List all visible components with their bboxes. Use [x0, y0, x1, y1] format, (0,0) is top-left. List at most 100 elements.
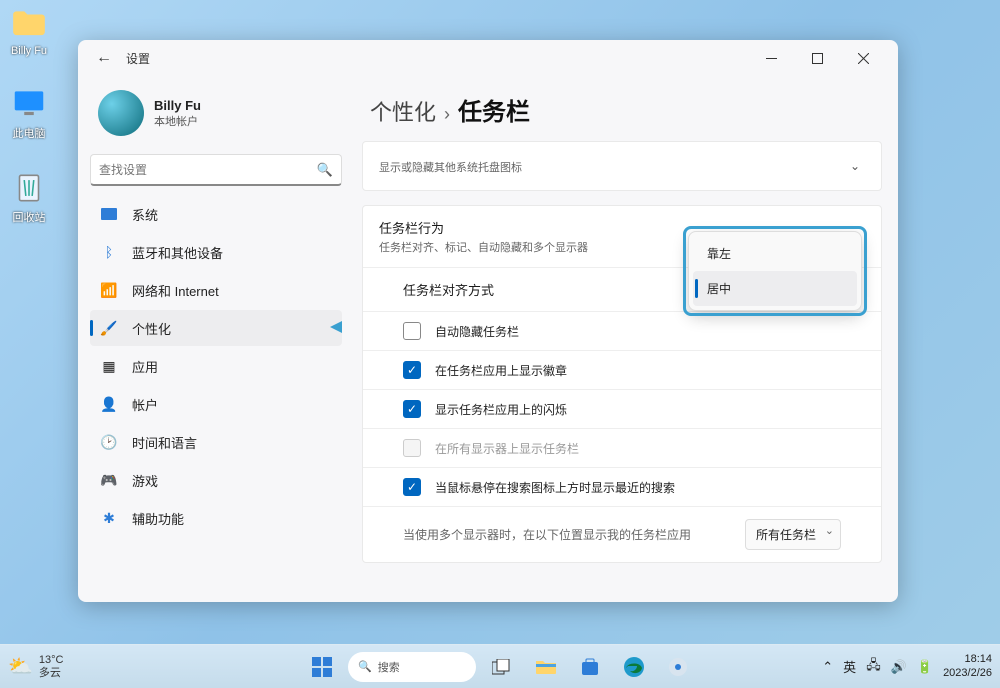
minimize-icon	[766, 53, 777, 64]
bluetooth-icon: ᛒ	[100, 243, 118, 261]
task-view-button[interactable]	[484, 649, 520, 685]
search-input[interactable]	[99, 163, 333, 177]
sidebar-item-personalization[interactable]: 🖌️个性化	[90, 310, 342, 346]
sidebar-item-label: 系统	[132, 205, 158, 224]
sidebar-item-label: 时间和语言	[132, 433, 197, 452]
option-auto-hide[interactable]: 自动隐藏任务栏	[363, 311, 881, 350]
checkbox-checked[interactable]: ✓	[403, 478, 421, 496]
option-label: 在所有显示器上显示任务栏	[435, 440, 579, 457]
alignment-label: 任务栏对齐方式	[403, 283, 494, 298]
volume-icon[interactable]: 🔊	[891, 659, 907, 675]
store-button[interactable]	[572, 649, 608, 685]
sidebar-item-gaming[interactable]: 🎮游戏	[90, 462, 342, 498]
close-icon	[858, 53, 869, 64]
taskbar-search-label: 搜索	[378, 659, 400, 675]
minimize-button[interactable]	[748, 42, 794, 74]
option-label: 显示任务栏应用上的闪烁	[435, 401, 567, 418]
sidebar-item-label: 蓝牙和其他设备	[132, 243, 223, 262]
clock-date: 2023/2/26	[943, 667, 992, 680]
edge-button[interactable]	[616, 649, 652, 685]
search-box[interactable]: 🔍	[90, 154, 342, 186]
tray-icons-card[interactable]: 显示或隐藏其他系统托盘图标 ⌄	[362, 141, 882, 191]
option-show-badges[interactable]: ✓ 在任务栏应用上显示徽章	[363, 350, 881, 389]
accessibility-icon: ✱	[100, 509, 118, 527]
desktop-icon-label: 回收站	[13, 209, 46, 225]
settings-button[interactable]	[660, 649, 696, 685]
desktop-icon-recycle-bin[interactable]: 回收站	[10, 169, 48, 225]
close-button[interactable]	[840, 42, 886, 74]
taskbar: ⛅ 13°C 多云 🔍 搜索 ⌃ 英 🖧 🔊 🔋 18:14 2023/2/26	[0, 644, 1000, 688]
sidebar-item-label: 辅助功能	[132, 509, 184, 528]
task-view-icon	[492, 659, 512, 675]
back-button[interactable]: ←	[90, 44, 118, 72]
weather-icon: ⛅	[8, 654, 33, 679]
gamepad-icon: 🎮	[100, 471, 118, 489]
profile-name: Billy Fu	[154, 98, 201, 113]
chevron-down-icon[interactable]: ⌄	[845, 159, 865, 173]
explorer-button[interactable]	[528, 649, 564, 685]
option-recent-searches[interactable]: ✓ 当鼠标悬停在搜索图标上方时显示最近的搜索	[363, 467, 881, 506]
sidebar-item-accounts[interactable]: 👤 帐户	[90, 386, 342, 422]
system-icon	[100, 205, 118, 223]
sidebar-item-accessibility[interactable]: ✱ 辅助功能	[90, 500, 342, 536]
wifi-icon: 📶	[100, 281, 118, 299]
weather-temp: 13°C	[39, 654, 64, 666]
store-icon	[580, 657, 600, 677]
multi-display-dropdown[interactable]: 所有任务栏	[745, 519, 841, 550]
brush-icon: 🖌️	[100, 319, 118, 337]
person-icon: 👤	[100, 395, 118, 413]
maximize-button[interactable]	[794, 42, 840, 74]
sidebar-item-time-language[interactable]: 🕑时间和语言	[90, 424, 342, 460]
desktop-icon-folder[interactable]: Billy Fu	[10, 5, 48, 57]
checkbox-checked[interactable]: ✓	[403, 400, 421, 418]
breadcrumb-parent[interactable]: 个性化	[370, 95, 436, 127]
card-subtitle: 显示或隐藏其他系统托盘图标	[379, 159, 833, 175]
system-tray: ⌃ 英 🖧 🔊 🔋 18:14 2023/2/26	[822, 653, 992, 679]
taskbar-center: 🔍 搜索	[304, 649, 696, 685]
sidebar-item-system[interactable]: 系统	[90, 196, 342, 232]
taskbar-search[interactable]: 🔍 搜索	[348, 652, 476, 682]
option-show-flashing[interactable]: ✓ 显示任务栏应用上的闪烁	[363, 389, 881, 428]
start-button[interactable]	[304, 649, 340, 685]
option-label: 自动隐藏任务栏	[435, 323, 519, 340]
monitor-icon	[10, 85, 48, 123]
desktop-icon-label: 此电脑	[13, 125, 46, 141]
sidebar: Billy Fu 本地帐户 🔍 系统 ᛒ 蓝牙和其他设备 📶 网络和 Interne…	[78, 76, 354, 602]
alignment-popup: 靠左 居中	[688, 231, 862, 311]
sidebar-item-network[interactable]: 📶 网络和 Internet	[90, 272, 342, 308]
tray-overflow-button[interactable]: ⌃	[822, 659, 833, 675]
sidebar-item-apps[interactable]: ▦应用	[90, 348, 342, 384]
option-all-displays: 在所有显示器上显示任务栏	[363, 428, 881, 467]
desktop-icons: Billy Fu 此电脑 回收站	[10, 5, 48, 225]
avatar	[98, 90, 144, 136]
sidebar-item-label: 网络和 Internet	[132, 281, 219, 300]
maximize-icon	[812, 53, 823, 64]
profile-block[interactable]: Billy Fu 本地帐户	[90, 86, 342, 146]
breadcrumb-current: 任务栏	[458, 92, 530, 127]
multi-display-row: 当使用多个显示器时，在以下位置显示我的任务栏应用 所有任务栏	[363, 506, 881, 562]
search-icon: 🔍	[358, 660, 372, 673]
edge-icon	[623, 656, 645, 678]
alignment-option-left[interactable]: 靠左	[693, 236, 857, 271]
battery-icon[interactable]: 🔋	[917, 659, 933, 675]
weather-widget[interactable]: ⛅ 13°C 多云	[8, 654, 63, 679]
checkbox[interactable]	[403, 322, 421, 340]
network-icon[interactable]: 🖧	[866, 656, 881, 678]
checkbox-checked[interactable]: ✓	[403, 361, 421, 379]
search-icon: 🔍	[317, 162, 333, 178]
gear-icon	[667, 656, 689, 678]
sidebar-item-label: 帐户	[132, 395, 158, 414]
sidebar-item-label: 应用	[132, 357, 158, 376]
titlebar: ← 设置	[78, 40, 898, 76]
alignment-option-center[interactable]: 居中	[693, 271, 857, 306]
window-controls	[748, 42, 886, 74]
sidebar-item-bluetooth[interactable]: ᛒ 蓝牙和其他设备	[90, 234, 342, 270]
clock-time: 18:14	[943, 653, 992, 666]
content-area: 个性化 › 任务栏 显示或隐藏其他系统托盘图标 ⌄ 任务栏行为 任务栏对齐、标记…	[354, 76, 898, 602]
desktop-icon-this-pc[interactable]: 此电脑	[10, 85, 48, 141]
ime-indicator[interactable]: 英	[843, 657, 856, 676]
windows-icon	[311, 656, 333, 678]
settings-window: ← 设置 Billy Fu 本地帐户 🔍 系统 ᛒ 蓝牙和其他设备	[78, 40, 898, 602]
annotation-arrow-icon	[330, 318, 342, 336]
clock[interactable]: 18:14 2023/2/26	[943, 653, 992, 679]
